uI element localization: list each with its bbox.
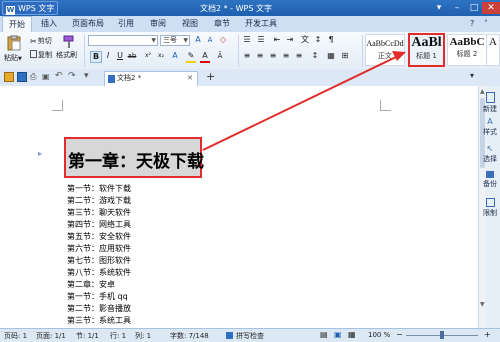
status-section: 节: 1/1 <box>76 332 99 340</box>
panel-label: 样式 <box>483 128 497 136</box>
select-icon: ↖ <box>486 144 494 153</box>
status-spell-check[interactable]: 拼写检查 <box>236 331 264 341</box>
backup-icon <box>486 171 494 178</box>
zoom-slider-thumb[interactable] <box>440 331 444 339</box>
panel-label: 新建 <box>483 105 497 113</box>
print-layout-icon[interactable]: ▣ <box>334 330 342 339</box>
status-row: 行: 1 <box>110 332 127 340</box>
status-col: 列: 1 <box>135 332 152 340</box>
panel-styles[interactable]: A 样式 <box>480 117 500 137</box>
status-page-number: 页码: 1 <box>4 332 28 340</box>
status-zoom: 100 % <box>368 331 391 339</box>
panel-backup[interactable]: 备份 <box>480 171 500 189</box>
status-pages: 页面: 1/1 <box>36 332 66 340</box>
panel-label: 限制 <box>483 209 497 217</box>
panel-label: 选择 <box>483 155 497 163</box>
spell-check-icon[interactable] <box>226 332 233 339</box>
status-word-count[interactable]: 字数: 7/148 <box>170 331 209 341</box>
annotation-arrow <box>202 51 406 151</box>
status-bar: 页码: 1 页面: 1/1 节: 1/1 行: 1 列: 1 字数: 7/148… <box>0 328 500 342</box>
page-view-icon[interactable]: ▤ <box>320 330 328 339</box>
zoom-in-icon[interactable]: + <box>484 330 491 339</box>
new-doc-icon <box>485 92 495 103</box>
styles-icon: A <box>487 117 493 126</box>
web-layout-icon[interactable]: ▦ <box>348 330 356 339</box>
scroll-down-icon[interactable]: ▼ <box>480 301 485 308</box>
panel-restrict[interactable]: 限制 <box>480 198 500 218</box>
panel-label: 备份 <box>483 180 497 188</box>
panel-select[interactable]: ↖ 选择 <box>480 144 500 164</box>
zoom-out-icon[interactable]: − <box>396 330 403 339</box>
lock-icon <box>485 198 495 207</box>
panel-new[interactable]: 新建 <box>480 92 500 114</box>
